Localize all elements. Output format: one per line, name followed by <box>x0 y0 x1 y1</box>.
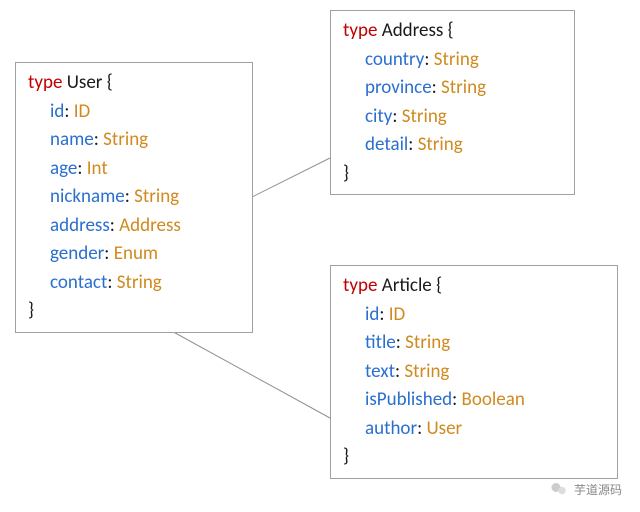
close-brace: } <box>343 443 607 472</box>
field-name: author <box>365 417 417 440</box>
field-name: isPublished <box>365 388 452 411</box>
field-type: Enum <box>114 242 158 265</box>
field-name: id <box>50 100 64 123</box>
type-box-article: type Article { id: ID title: String text… <box>330 265 618 479</box>
field-type: User <box>426 417 462 440</box>
field-name: country <box>365 48 424 71</box>
open-brace: { <box>448 19 454 42</box>
field-name: name <box>50 128 94 151</box>
field-name: contact <box>50 271 107 294</box>
field-row: gender: Enum <box>28 240 242 269</box>
field-type: String <box>402 105 447 128</box>
footer-badge: 芋道源码 <box>550 480 622 498</box>
close-brace: } <box>343 160 564 189</box>
field-type: Boolean <box>462 388 525 411</box>
field-row: name: String <box>28 126 242 155</box>
field-name: title <box>365 331 396 354</box>
field-row: title: String <box>343 329 607 358</box>
field-row: age: Int <box>28 155 242 184</box>
field-type: ID <box>74 100 90 123</box>
type-box-user: type User { id: ID name: String age: Int… <box>15 62 253 333</box>
type-header: type User { <box>28 69 242 98</box>
field-type: String <box>117 271 162 294</box>
field-type: ID <box>389 303 405 326</box>
field-row: text: String <box>343 358 607 387</box>
type-header: type Article { <box>343 272 607 301</box>
field-row: id: ID <box>343 301 607 330</box>
open-brace: { <box>436 274 442 297</box>
field-row: author: User <box>343 415 607 444</box>
field-row: province: String <box>343 74 564 103</box>
field-row: id: ID <box>28 98 242 127</box>
field-type: String <box>441 76 486 99</box>
keyword-type: type <box>343 19 377 42</box>
field-type: String <box>134 185 179 208</box>
field-name: age <box>50 157 77 180</box>
open-brace: { <box>107 71 113 94</box>
type-name-user: User <box>67 71 103 94</box>
keyword-type: type <box>343 274 377 297</box>
field-name: city <box>365 105 392 128</box>
field-row: isPublished: Boolean <box>343 386 607 415</box>
field-type: String <box>434 48 479 71</box>
keyword-type: type <box>28 71 62 94</box>
field-name: text <box>365 360 395 383</box>
field-name: province <box>365 76 432 99</box>
field-row: contact: String <box>28 269 242 298</box>
field-name: detail <box>365 133 408 156</box>
type-box-address: type Address { country: String province:… <box>330 10 575 195</box>
field-type: String <box>103 128 148 151</box>
field-type: Int <box>87 157 108 180</box>
field-row: detail: String <box>343 131 564 160</box>
field-name: id <box>365 303 379 326</box>
type-name-address: Address <box>382 19 444 42</box>
field-type: String <box>404 360 449 383</box>
field-name: gender <box>50 242 104 265</box>
close-brace: } <box>28 297 242 326</box>
type-header: type Address { <box>343 17 564 46</box>
field-row: address: Address <box>28 212 242 241</box>
field-type: String <box>405 331 450 354</box>
footer-text: 芋道源码 <box>574 481 622 498</box>
field-type: Address <box>119 214 181 237</box>
field-type: String <box>418 133 463 156</box>
field-row: city: String <box>343 103 564 132</box>
field-row: nickname: String <box>28 183 242 212</box>
field-name: address <box>50 214 110 237</box>
wechat-icon <box>550 480 568 498</box>
field-name: nickname <box>50 185 125 208</box>
field-row: country: String <box>343 46 564 75</box>
type-name-article: Article <box>382 274 432 297</box>
